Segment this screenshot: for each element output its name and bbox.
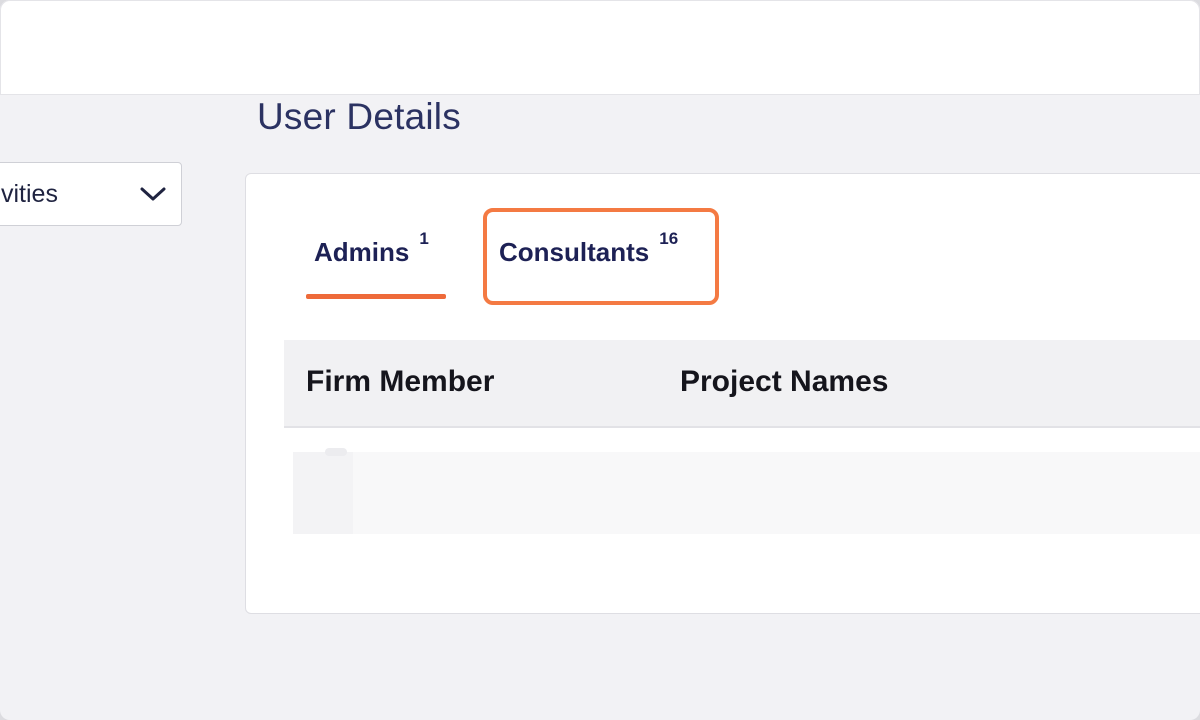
activity-filter-select[interactable]: vities bbox=[0, 162, 182, 226]
chevron-down-icon bbox=[140, 187, 166, 201]
active-tab-indicator bbox=[306, 294, 446, 299]
top-bar bbox=[0, 0, 1200, 95]
tab-admins[interactable]: Admins 1 bbox=[314, 229, 429, 268]
loading-placeholder bbox=[325, 448, 347, 456]
column-header-project-names: Project Names bbox=[680, 365, 889, 398]
page-title: User Details bbox=[257, 96, 461, 137]
filter-select-value: vities bbox=[1, 179, 58, 208]
table-row-loading bbox=[293, 448, 1200, 534]
app-frame: User Details vities Admins 1 Consultants… bbox=[0, 0, 1200, 720]
column-header-firm-member: Firm Member bbox=[306, 365, 495, 398]
tab-admins-count: 1 bbox=[419, 229, 429, 248]
consultants-tab-highlight bbox=[483, 208, 719, 305]
loading-cell bbox=[293, 452, 353, 534]
tab-admins-label: Admins bbox=[314, 237, 410, 267]
